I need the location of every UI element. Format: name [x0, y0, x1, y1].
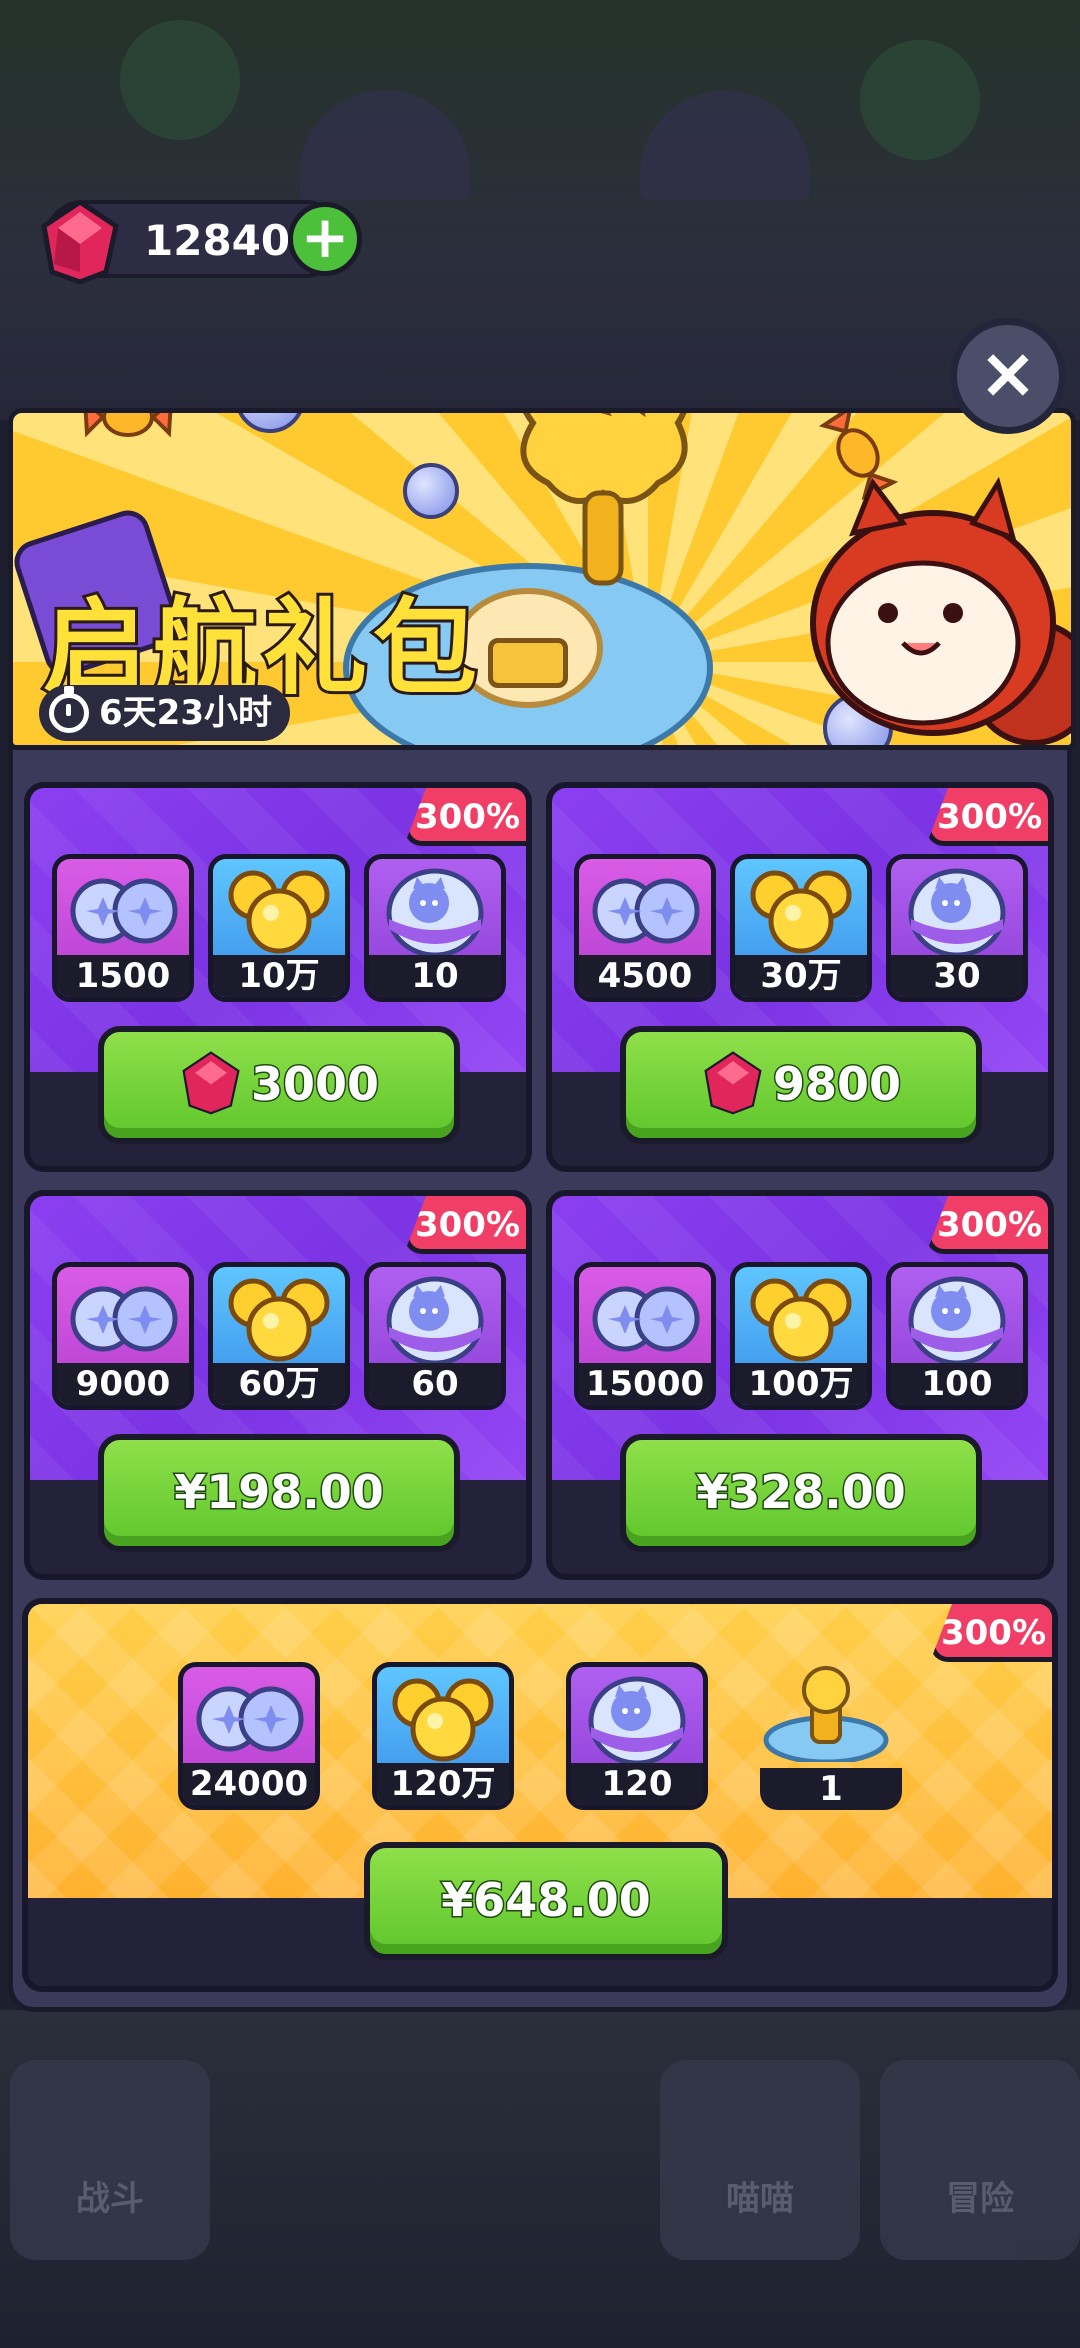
background-hut	[300, 90, 470, 200]
background-hut	[640, 90, 810, 200]
gold-coins-icon	[750, 870, 852, 954]
item-fountain: 1	[760, 1662, 902, 1810]
buy-button-pack-4[interactable]: ¥328.00	[620, 1434, 982, 1552]
golden-cat-statue-icon	[520, 413, 688, 586]
cat-egg-icon	[386, 1276, 484, 1366]
cat-egg-icon	[386, 868, 484, 958]
buy-button-pack-1[interactable]: 3000	[98, 1026, 460, 1144]
gem-balance: 12840 +	[41, 198, 362, 285]
gold-coins-icon	[750, 1278, 852, 1362]
blue-orbs-icon	[70, 1286, 178, 1352]
item-gold-coins: 100万	[730, 1262, 872, 1410]
price-label: ¥328.00	[695, 1464, 908, 1521]
cat-egg-icon	[588, 1676, 686, 1766]
background-nav: 战斗 喵喵 冒险	[0, 2010, 1080, 2348]
item-blue-orbs: 9000	[52, 1262, 194, 1410]
close-icon: ×	[978, 332, 1038, 414]
blue-orbs-icon	[592, 1286, 700, 1352]
item-blue-orbs: 15000	[574, 1262, 716, 1410]
item-cat-egg: 120	[566, 1662, 708, 1810]
item-gold-coins: 30万	[730, 854, 872, 1002]
red-squirrel-mascot	[810, 476, 1071, 745]
clock-icon	[49, 686, 89, 733]
orb-decoration	[235, 413, 305, 433]
item-cat-egg: 30	[886, 854, 1028, 1002]
gem-amount: 12840	[144, 216, 291, 265]
item-blue-orbs: 1500	[52, 854, 194, 1002]
price-label: 3000	[249, 1056, 380, 1113]
timer-text: 6天23小时	[99, 693, 272, 733]
background-nav-cats: 喵喵	[660, 2060, 860, 2260]
blue-orbs-icon	[70, 878, 178, 944]
plus-icon: +	[300, 203, 350, 271]
buy-button-premium[interactable]: ¥648.00	[364, 1842, 728, 1960]
item-gold-coins: 10万	[208, 854, 350, 1002]
buy-button-pack-3[interactable]: ¥198.00	[98, 1434, 460, 1552]
gold-coins-icon	[392, 1678, 494, 1762]
pack-card-3: 300% 9000 60万 60 ¥198.00	[24, 1190, 532, 1580]
gold-coins-icon	[228, 870, 330, 954]
gem-icon	[41, 198, 119, 285]
fountain-plaque	[488, 638, 568, 688]
countdown-timer: 6天23小时	[39, 685, 290, 741]
close-button[interactable]: ×	[950, 318, 1066, 434]
pack-card-1: 300% 1500 10万 10 3000	[24, 782, 532, 1172]
background-foliage	[120, 20, 240, 140]
item-gold-coins: 60万	[208, 1262, 350, 1410]
fountain-icon	[763, 1666, 889, 1762]
gem-icon	[704, 1050, 762, 1114]
item-cat-egg: 100	[886, 1262, 1028, 1410]
price-label: ¥198.00	[173, 1464, 386, 1521]
cat-egg-icon	[908, 868, 1006, 958]
background-foliage	[860, 40, 980, 160]
candy-decoration	[83, 413, 173, 438]
gem-icon	[182, 1050, 240, 1114]
cat-egg-icon	[908, 1276, 1006, 1366]
add-gems-button[interactable]: +	[288, 202, 362, 276]
pack-card-2: 300% 4500 30万 30 9800	[546, 782, 1054, 1172]
item-cat-egg: 60	[364, 1262, 506, 1410]
price-label: ¥648.00	[440, 1872, 653, 1929]
pack-card-premium: 300% 24000 120万 120 1 ¥648.00	[22, 1598, 1058, 1992]
item-gold-coins: 120万	[372, 1662, 514, 1810]
item-blue-orbs: 24000	[178, 1662, 320, 1810]
blue-orbs-icon	[592, 878, 700, 944]
background-nav-adventure: 冒险	[880, 2060, 1080, 2260]
gift-pack-banner: 启航礼包 6天23小时	[8, 408, 1076, 750]
price-label: 9800	[771, 1056, 902, 1113]
pack-card-4: 300% 15000 100万 100 ¥328.00	[546, 1190, 1054, 1580]
item-cat-egg: 10	[364, 854, 506, 1002]
buy-button-pack-2[interactable]: 9800	[620, 1026, 982, 1144]
background-nav-battle: 战斗	[10, 2060, 210, 2260]
blue-orbs-icon	[196, 1686, 304, 1752]
gold-coins-icon	[228, 1278, 330, 1362]
item-blue-orbs: 4500	[574, 854, 716, 1002]
orb-decoration	[403, 463, 459, 519]
